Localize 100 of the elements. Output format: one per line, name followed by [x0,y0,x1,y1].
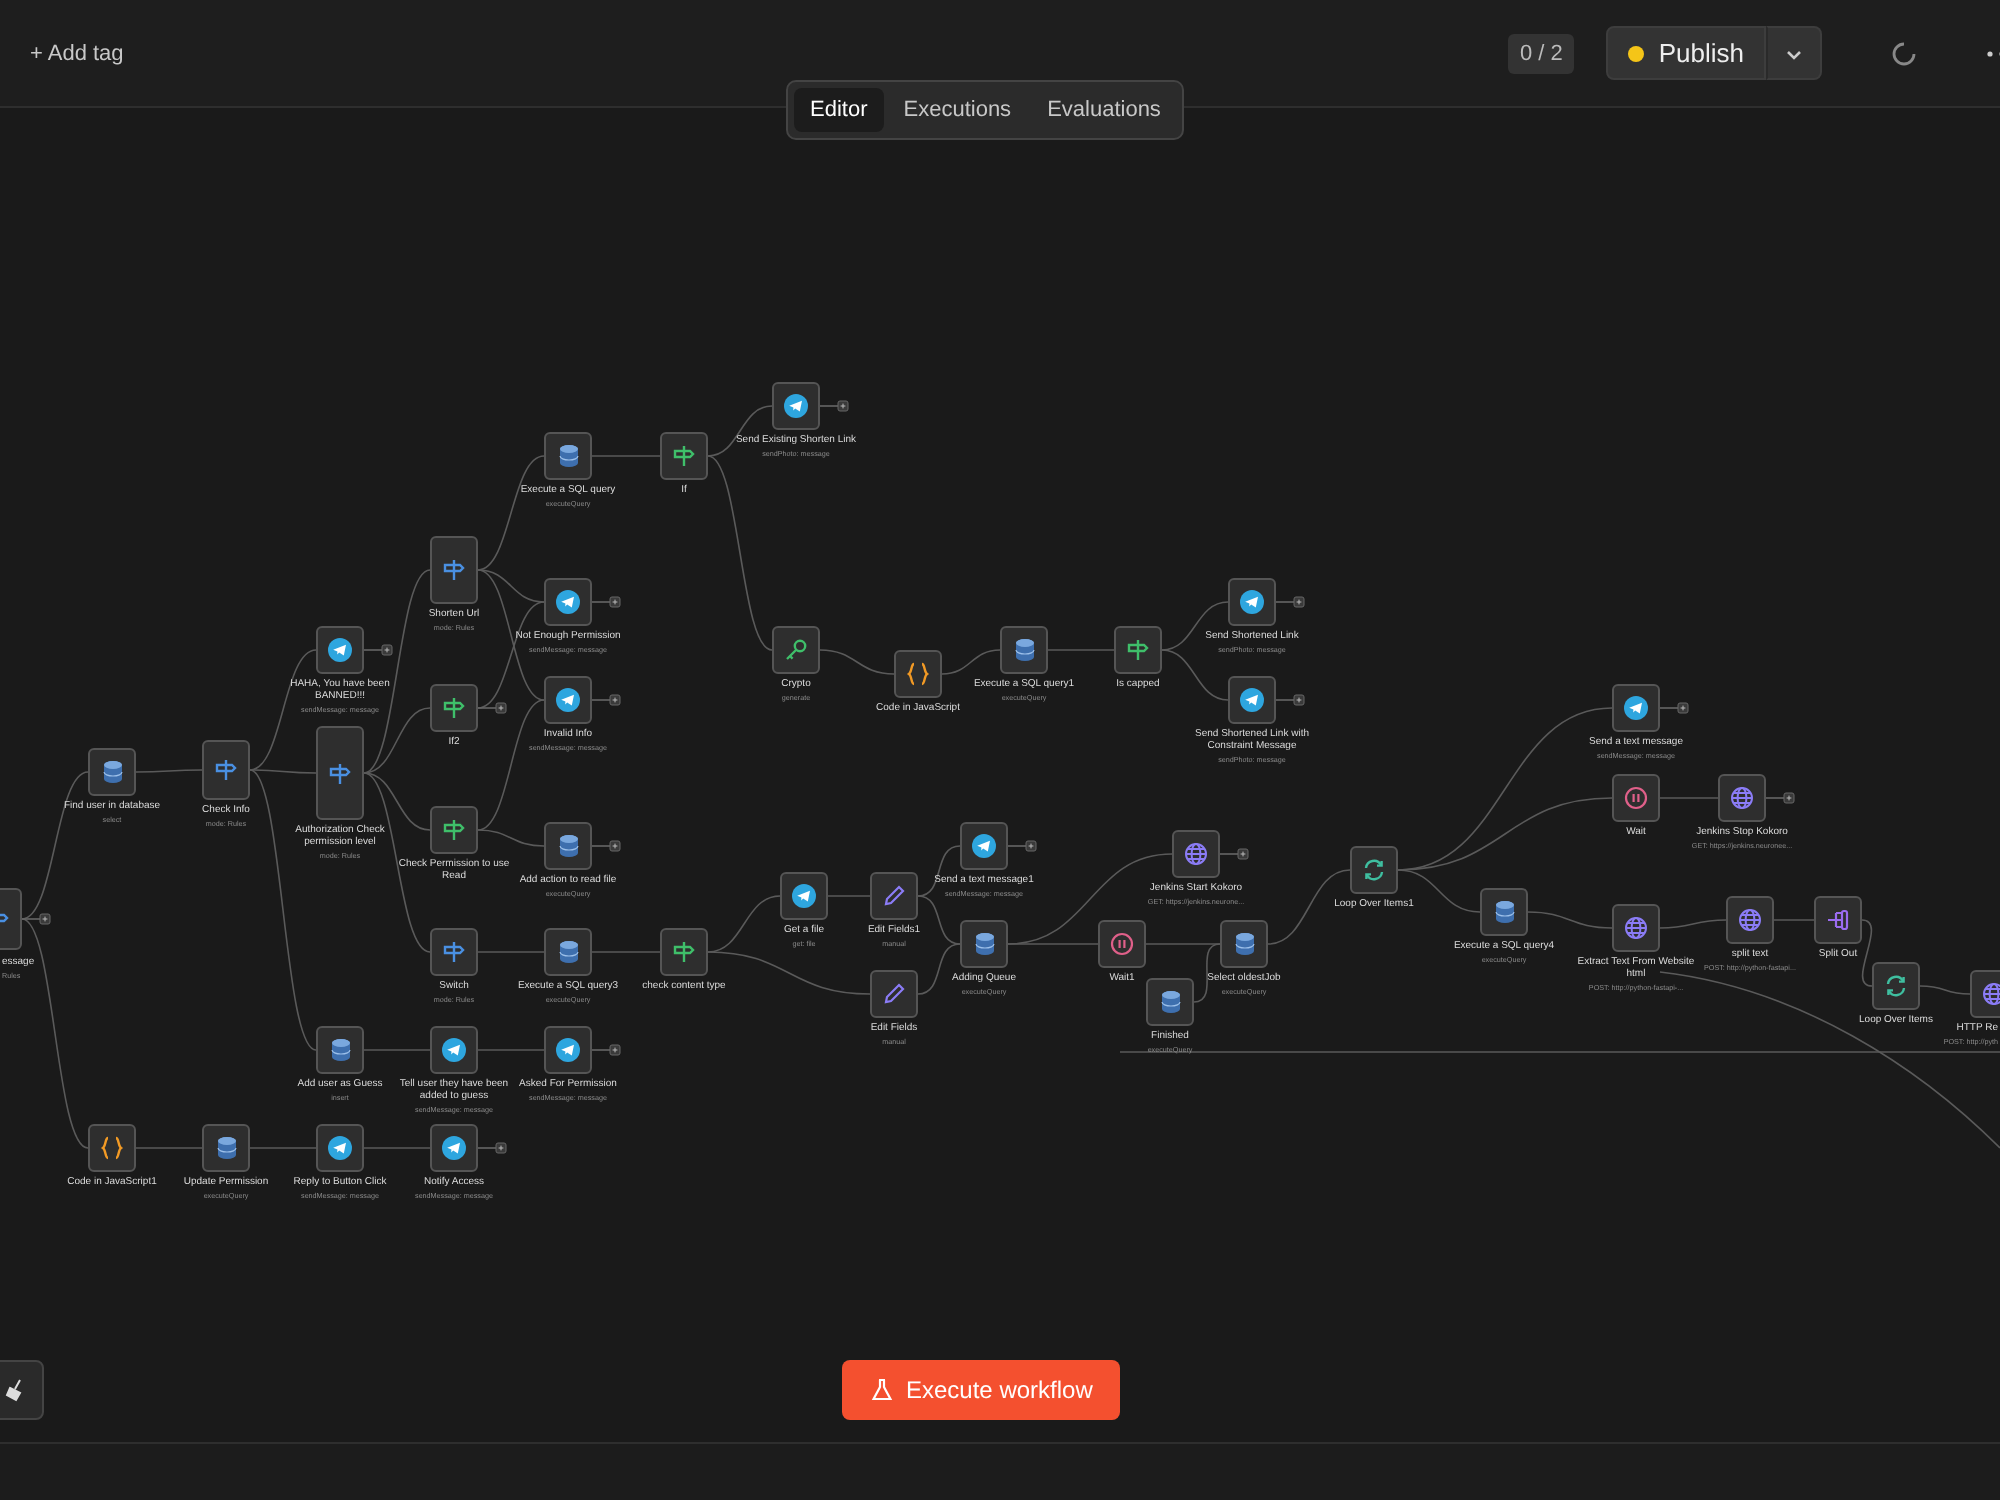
telegram-node[interactable] [316,1124,364,1172]
database-icon [973,932,995,956]
postgres-node[interactable] [544,822,592,870]
connector-line [1161,649,1229,701]
add-node-handle[interactable] [591,1044,621,1056]
edit-node[interactable] [870,970,918,1018]
telegram-node[interactable] [430,1124,478,1172]
code-node[interactable] [894,650,942,698]
connector-line [591,455,661,457]
postgres-node[interactable] [544,432,592,480]
signpost-icon [1126,638,1150,662]
signpost-icon [328,761,352,785]
paper-plane-icon [556,688,580,712]
postgres-node[interactable] [1000,626,1048,674]
telegram-node[interactable] [544,676,592,724]
telegram-node[interactable] [772,382,820,430]
connector-line [135,769,203,773]
add-node-handle[interactable] [477,1142,507,1154]
paper-plane-icon [556,590,580,614]
postgres-node[interactable] [960,920,1008,968]
paper-plane-icon [556,1038,580,1062]
flask-icon [870,1378,894,1402]
if-node[interactable] [660,432,708,480]
postgres-node[interactable] [1480,888,1528,936]
connector-line [249,1147,317,1149]
pencil-icon [882,982,906,1006]
database-icon [557,940,579,964]
add-node-handle[interactable] [477,702,507,714]
switch-node[interactable] [430,536,478,604]
braces-icon [100,1136,124,1160]
wait-node[interactable] [1612,774,1660,822]
telegram-node[interactable] [316,626,364,674]
connector-line [135,1147,203,1149]
postgres-node[interactable] [1220,920,1268,968]
wait-node[interactable] [1098,920,1146,968]
connector-line [941,649,1001,675]
paper-plane-icon [1240,590,1264,614]
postgres-node[interactable] [1146,978,1194,1026]
connector-line [1659,797,1719,799]
if-node[interactable] [430,684,478,732]
telegram-node[interactable] [544,1026,592,1074]
connector-line [827,895,871,897]
http-node[interactable] [1612,904,1660,952]
http-node[interactable] [1726,896,1774,944]
http-node[interactable] [1172,830,1220,878]
add-node-handle[interactable] [1275,596,1305,608]
if-node[interactable] [660,928,708,976]
postgres-node[interactable] [88,748,136,796]
telegram-node[interactable] [1228,676,1276,724]
add-node-handle[interactable] [591,596,621,608]
switch-node[interactable] [316,726,364,820]
refresh-icon [1362,858,1386,882]
refresh-icon [1884,974,1908,998]
add-node-handle[interactable] [21,913,51,925]
pencil-icon [882,884,906,908]
http-node[interactable] [1718,774,1766,822]
add-node-handle[interactable] [819,400,849,412]
telegram-node[interactable] [1228,578,1276,626]
view-tab[interactable]: Evaluations [1031,88,1177,132]
connector-line [363,1049,431,1051]
add-node-handle[interactable] [1007,840,1037,852]
database-icon [329,1038,351,1062]
add-node-handle[interactable] [1765,792,1795,804]
add-node-handle[interactable] [1659,702,1689,714]
add-tag-link[interactable]: + Add tag [30,41,124,65]
telegram-node[interactable] [960,822,1008,870]
split-node[interactable] [1814,896,1862,944]
crypto-node[interactable] [772,626,820,674]
add-node-handle[interactable] [591,840,621,852]
telegram-node[interactable] [430,1026,478,1074]
view-tab[interactable]: Editor [794,88,884,132]
paper-plane-icon [442,1136,466,1160]
loop-node[interactable] [1350,846,1398,894]
add-node-handle[interactable] [1219,848,1249,860]
signpost-icon [214,758,238,782]
postgres-node[interactable] [316,1026,364,1074]
signpost-icon [672,444,696,468]
telegram-node[interactable] [544,578,592,626]
view-tab[interactable]: Executions [887,88,1028,132]
if-node[interactable] [430,806,478,854]
connector-line [1773,919,1815,921]
telegram-node[interactable] [780,872,828,920]
switch-node[interactable] [430,928,478,976]
globe-icon [1738,908,1762,932]
globe-icon [1730,786,1754,810]
code-node[interactable] [88,1124,136,1172]
add-node-handle[interactable] [1275,694,1305,706]
add-node-handle[interactable] [363,644,393,656]
postgres-node[interactable] [544,928,592,976]
database-icon [215,1136,237,1160]
add-node-handle[interactable] [591,694,621,706]
publish-button[interactable]: Publish [1606,26,1766,80]
tidy-up-button[interactable] [0,1360,44,1420]
switch-node[interactable] [202,740,250,800]
if-node[interactable] [1114,626,1162,674]
connector-line [477,1049,545,1051]
postgres-node[interactable] [202,1124,250,1172]
edit-node[interactable] [870,872,918,920]
loop-node[interactable] [1872,962,1920,1010]
telegram-node[interactable] [1612,684,1660,732]
